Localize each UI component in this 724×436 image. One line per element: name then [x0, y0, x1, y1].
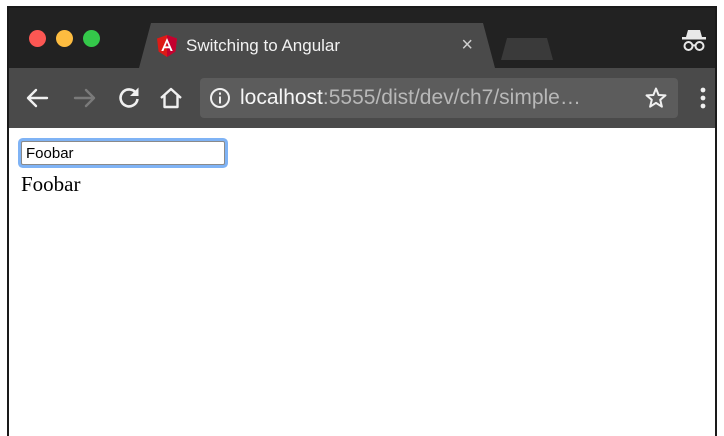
maximize-window-button[interactable]: [83, 30, 100, 47]
reload-icon[interactable]: [115, 84, 143, 112]
browser-toolbar: localhost:5555/dist/dev/ch7/simple…: [9, 68, 715, 128]
kebab-menu-icon[interactable]: [695, 85, 711, 111]
browser-window: Switching to Angular × localhost:5555/di…: [7, 6, 717, 436]
angular-icon: [157, 35, 177, 57]
address-url[interactable]: localhost:5555/dist/dev/ch7/simple…: [240, 86, 581, 110]
tab-title: Switching to Angular: [186, 36, 341, 55]
tab-close-button[interactable]: ×: [461, 34, 473, 56]
text-input[interactable]: [21, 141, 225, 165]
tab-switching-to-angular[interactable]: Switching to Angular ×: [139, 23, 495, 68]
minimize-window-button[interactable]: [56, 30, 73, 47]
star-icon[interactable]: [644, 86, 668, 110]
output-text: Foobar: [21, 172, 81, 196]
new-tab-button[interactable]: [501, 38, 553, 60]
tab-strip: Switching to Angular ×: [9, 8, 715, 68]
arrow-right-icon[interactable]: [71, 84, 99, 112]
home-icon[interactable]: [157, 84, 185, 112]
page-content: Foobar: [9, 128, 715, 436]
address-bar[interactable]: localhost:5555/dist/dev/ch7/simple…: [200, 78, 678, 118]
url-path: :5555/dist/dev/ch7/simple…: [322, 86, 581, 109]
arrow-left-icon[interactable]: [23, 84, 51, 112]
close-window-button[interactable]: [29, 30, 46, 47]
incognito-icon: [681, 26, 707, 54]
info-circle-icon[interactable]: [209, 87, 231, 109]
url-host: localhost: [240, 86, 323, 109]
